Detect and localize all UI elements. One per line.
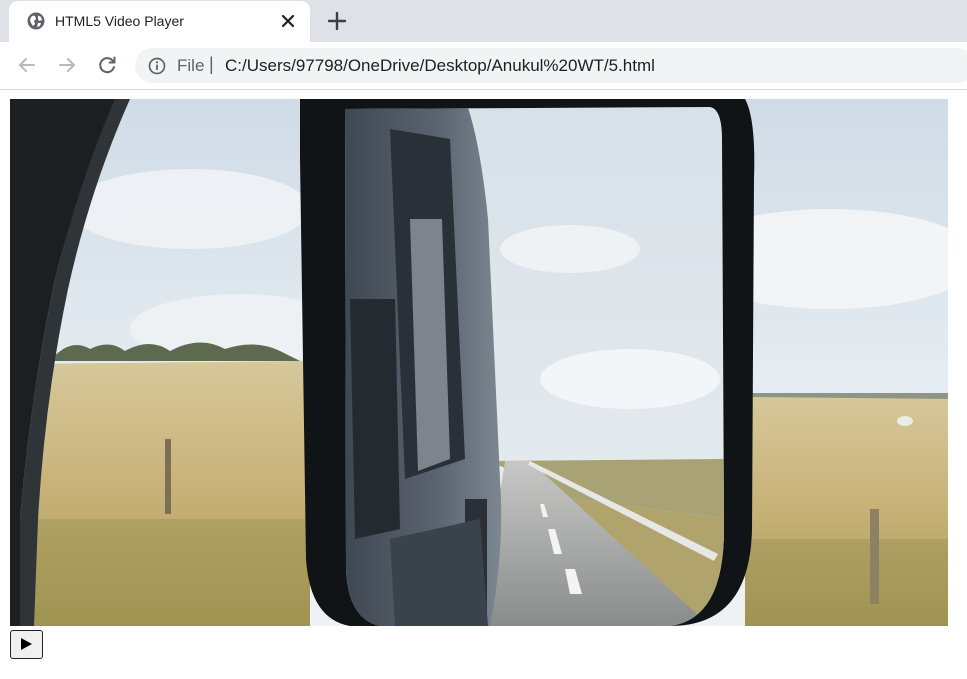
video-player[interactable] bbox=[10, 99, 948, 626]
scheme-label: File bbox=[177, 56, 205, 75]
play-button[interactable] bbox=[10, 630, 43, 659]
tab-strip: HTML5 Video Player bbox=[0, 0, 967, 42]
scheme-separator: | bbox=[209, 54, 214, 74]
tab-html5-video-player[interactable]: HTML5 Video Player bbox=[9, 1, 310, 42]
browser-toolbar: File | C:/Users/97798/OneDrive/Desktop/A… bbox=[0, 42, 967, 90]
close-icon[interactable] bbox=[279, 12, 297, 30]
reload-button[interactable] bbox=[96, 54, 118, 76]
back-button[interactable] bbox=[16, 54, 38, 76]
play-icon bbox=[21, 638, 32, 650]
video-frame bbox=[10, 99, 948, 626]
address-bar[interactable]: File | C:/Users/97798/OneDrive/Desktop/A… bbox=[135, 48, 967, 83]
tab-title: HTML5 Video Player bbox=[55, 13, 184, 29]
new-tab-button[interactable] bbox=[326, 10, 348, 32]
url-text[interactable]: C:/Users/97798/OneDrive/Desktop/Anukul%2… bbox=[225, 56, 655, 76]
forward-button[interactable] bbox=[56, 54, 78, 76]
globe-icon bbox=[27, 12, 45, 30]
info-icon[interactable] bbox=[148, 57, 166, 75]
